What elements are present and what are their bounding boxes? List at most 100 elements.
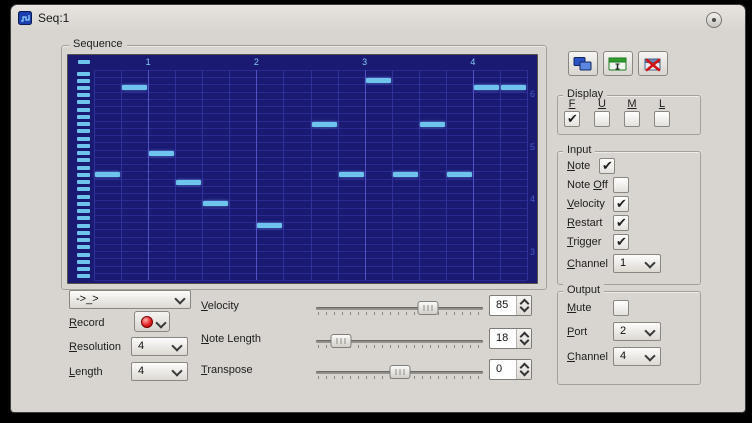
rename-module-button[interactable] xyxy=(603,51,633,76)
grid-vline xyxy=(175,70,176,280)
velocity-slider[interactable] xyxy=(316,299,483,317)
output-port-combo-value: 2 xyxy=(620,325,626,337)
titlebar[interactable]: Seq:1 xyxy=(11,5,745,31)
chevron-down-icon xyxy=(171,365,182,376)
input-channel-combo[interactable]: 1 xyxy=(613,254,661,273)
note-bar[interactable] xyxy=(420,122,445,127)
keyboard-mark xyxy=(77,115,90,119)
note-bar[interactable] xyxy=(366,78,391,83)
output-port-label: Port xyxy=(567,326,587,338)
screenshot-canvas: Seq:1 Sequence 12346543 ->_> Record Reso… xyxy=(0,0,752,423)
transpose-slider[interactable] xyxy=(316,363,483,381)
input-restart-label: Restart xyxy=(567,217,602,229)
display-option-l-label: L xyxy=(654,98,670,110)
output-port-combo[interactable]: 2 xyxy=(613,322,661,341)
beat-line xyxy=(473,70,474,280)
note-bar[interactable] xyxy=(447,172,472,177)
window-title: Seq:1 xyxy=(38,11,69,25)
note-bar[interactable] xyxy=(474,85,499,90)
keyboard-mark xyxy=(77,274,90,278)
input-velocity-checkbox[interactable] xyxy=(613,196,629,212)
keyboard-mark xyxy=(77,245,90,249)
length-combo-value: 4 xyxy=(138,365,144,377)
detach-button[interactable] xyxy=(706,12,722,28)
grid-vline xyxy=(500,70,501,280)
note-bar[interactable] xyxy=(257,223,282,228)
seq-window: Seq:1 Sequence 12346543 ->_> Record Reso… xyxy=(10,4,746,413)
beat-label: 4 xyxy=(463,57,483,67)
velocity-slider-groove xyxy=(316,307,483,310)
note-length-slider-handle[interactable] xyxy=(331,334,352,348)
note-bar[interactable] xyxy=(339,172,364,177)
input-trigger-label: Trigger xyxy=(567,236,601,248)
resolution-combo-value: 4 xyxy=(138,340,144,352)
duplicate-module-button[interactable] xyxy=(568,51,598,76)
output-mute-checkbox[interactable] xyxy=(613,300,629,316)
grid-vline xyxy=(283,70,284,280)
display-f-checkbox[interactable] xyxy=(564,111,580,127)
keyboard-mark xyxy=(77,79,90,83)
keyboard-mark xyxy=(77,108,90,112)
note-bar[interactable] xyxy=(312,122,337,127)
note-bar[interactable] xyxy=(95,172,120,177)
keyboard-mark xyxy=(77,144,90,148)
keyboard-mark xyxy=(77,122,90,126)
keyboard-mark xyxy=(77,238,90,242)
note-bar[interactable] xyxy=(122,85,147,90)
record-button[interactable] xyxy=(134,311,170,332)
grid-vline xyxy=(121,70,122,280)
transpose-slider-handle[interactable] xyxy=(389,365,410,379)
input-restart-checkbox[interactable] xyxy=(613,215,629,231)
display-l-checkbox[interactable] xyxy=(654,111,670,127)
note-length-spin-buttons[interactable] xyxy=(516,329,531,348)
velocity-slider-handle[interactable] xyxy=(417,301,438,315)
length-combo[interactable]: 4 xyxy=(131,362,188,381)
note-bar[interactable] xyxy=(393,172,418,177)
transpose-spin-buttons[interactable] xyxy=(516,360,531,379)
grid-vline xyxy=(419,70,420,280)
output-channel-combo[interactable]: 4 xyxy=(613,347,661,366)
chevron-down-icon xyxy=(644,350,655,361)
display-u-checkbox[interactable] xyxy=(594,111,610,127)
output-mute-label: Mute xyxy=(567,302,591,314)
beat-label: 3 xyxy=(355,57,375,67)
input-note-off-label: Note Off xyxy=(567,179,608,191)
grid-vline xyxy=(229,70,230,280)
display-option-m-label: M xyxy=(624,98,640,110)
keyboard-mark xyxy=(77,100,90,104)
pattern-combo[interactable]: ->_> xyxy=(69,290,191,309)
note-length-spinbox[interactable]: 18 xyxy=(489,328,532,349)
input-trigger-checkbox[interactable] xyxy=(613,234,629,250)
input-note-off-checkbox[interactable] xyxy=(613,177,629,193)
display-m-checkbox[interactable] xyxy=(624,111,640,127)
note-bar[interactable] xyxy=(501,85,526,90)
beat-label: 1 xyxy=(138,57,158,67)
input-note-checkbox[interactable] xyxy=(599,158,615,174)
keyboard-mark xyxy=(77,231,90,235)
note-bar[interactable] xyxy=(176,180,201,185)
note-bar[interactable] xyxy=(149,151,174,156)
keyboard-mark xyxy=(77,187,90,191)
chevron-down-icon xyxy=(644,257,655,268)
velocity-spinbox[interactable]: 85 xyxy=(489,295,532,316)
chevron-down-icon xyxy=(171,340,182,351)
transpose-spinbox[interactable]: 0 xyxy=(489,359,532,380)
beat-label: 2 xyxy=(246,57,266,67)
grid-vline xyxy=(527,70,528,280)
note-bar[interactable] xyxy=(203,201,228,206)
keyboard-mark xyxy=(77,137,90,141)
note-length-slider[interactable] xyxy=(316,332,483,350)
sequence-display[interactable]: 12346543 xyxy=(67,54,538,284)
velocity-spin-buttons[interactable] xyxy=(516,296,531,315)
record-icon xyxy=(141,316,153,328)
velocity-spinbox-value: 85 xyxy=(496,299,508,311)
keyboard-mark xyxy=(77,216,90,220)
resolution-combo[interactable]: 4 xyxy=(131,337,188,356)
input-velocity-label: Velocity xyxy=(567,198,605,210)
beat-line xyxy=(365,70,366,280)
header-dash xyxy=(78,60,90,64)
keyboard-mark xyxy=(77,166,90,170)
input-channel-label: Channel xyxy=(567,258,608,270)
keyboard-mark xyxy=(77,253,90,257)
delete-module-button[interactable] xyxy=(638,51,668,76)
